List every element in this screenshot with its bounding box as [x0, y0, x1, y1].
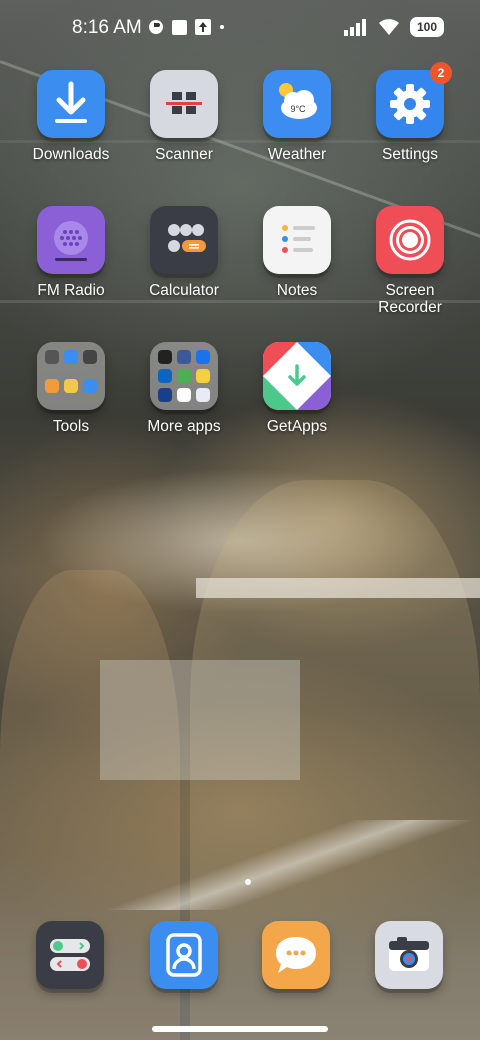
square-icon	[172, 19, 187, 35]
mini-app-icon	[64, 350, 78, 364]
app-getapps[interactable]: GetApps	[241, 342, 353, 435]
app-scanner[interactable]: Scanner	[128, 70, 240, 163]
app-weather[interactable]: 9°C Weather	[241, 70, 353, 163]
folder-icon	[37, 342, 105, 410]
mini-app-icon	[177, 369, 191, 383]
mini-app-icon	[196, 369, 210, 383]
screen-recorder-icon	[376, 206, 444, 274]
dock-phone[interactable]	[36, 921, 104, 989]
page-indicator	[245, 879, 251, 885]
notes-icon	[263, 206, 331, 274]
app-fm-radio[interactable]: FM Radio	[15, 206, 127, 299]
app-tools-folder[interactable]: Tools	[15, 342, 127, 435]
dot-icon	[220, 25, 224, 29]
notification-badge: 2	[430, 62, 452, 84]
app-label: FM Radio	[37, 282, 105, 299]
contacts-icon	[166, 933, 202, 977]
phone-icon	[50, 939, 90, 971]
app-settings[interactable]: 2 Settings	[354, 62, 466, 163]
wallpaper-bench	[100, 660, 300, 780]
wallpaper-planter	[100, 820, 480, 910]
dock-camera[interactable]	[375, 921, 443, 989]
app-label: Downloads	[32, 146, 110, 163]
download-icon	[37, 70, 105, 138]
mini-app-icon	[158, 369, 172, 383]
app-more-apps-folder[interactable]: More apps	[128, 342, 240, 435]
app-label: GetApps	[266, 418, 328, 435]
app-label: Weather	[267, 146, 327, 163]
signal-icon	[344, 19, 366, 36]
app-label: Scanner	[155, 146, 213, 163]
app-label: Tools	[52, 418, 90, 435]
status-notification-icons	[148, 19, 225, 35]
folder-icon	[150, 342, 218, 410]
dock-contacts[interactable]	[150, 921, 218, 989]
home-gesture-bar[interactable]	[152, 1026, 328, 1032]
battery-icon: 100	[410, 17, 444, 37]
upload-icon	[195, 19, 211, 35]
calculator-icon	[150, 206, 218, 274]
notification-icon	[149, 20, 163, 34]
status-time: 8:16 AM	[72, 17, 142, 38]
messages-icon	[276, 937, 316, 973]
mini-app-icon	[158, 388, 172, 402]
app-calculator[interactable]: Calculator	[128, 206, 240, 299]
app-label: Calculator	[149, 282, 219, 299]
weather-temp: 9°C	[290, 104, 306, 114]
dock-messages[interactable]	[262, 921, 330, 989]
mini-app-icon	[64, 378, 78, 393]
scanner-icon	[150, 70, 218, 138]
app-screen-recorder[interactable]: Screen Recorder	[354, 206, 466, 316]
mini-app-icon	[177, 350, 191, 364]
mini-app-icon	[83, 378, 97, 393]
mini-app-icon	[196, 350, 210, 364]
mini-app-icon	[158, 350, 172, 364]
app-label: Settings	[381, 146, 438, 163]
mini-app-icon	[45, 378, 59, 393]
getapps-icon	[263, 342, 331, 410]
mini-app-icon	[83, 350, 97, 364]
app-label: More apps	[147, 418, 221, 435]
weather-icon: 9°C	[263, 70, 331, 138]
app-label: Notes	[276, 282, 318, 299]
mini-app-icon	[45, 350, 59, 364]
app-notes[interactable]: Notes	[241, 206, 353, 299]
gear-icon: 2	[376, 62, 452, 138]
wallpaper-planter	[196, 578, 480, 598]
app-label: Screen Recorder	[378, 282, 442, 316]
app-downloads[interactable]: Downloads	[15, 70, 127, 163]
mini-app-icon	[177, 388, 191, 402]
radio-icon	[37, 206, 105, 274]
mini-app-icon	[196, 388, 210, 402]
wifi-icon	[379, 19, 399, 35]
status-system-icons: 100	[344, 17, 444, 37]
status-bar: 8:16 AM 100	[0, 0, 480, 56]
camera-icon	[389, 937, 429, 971]
